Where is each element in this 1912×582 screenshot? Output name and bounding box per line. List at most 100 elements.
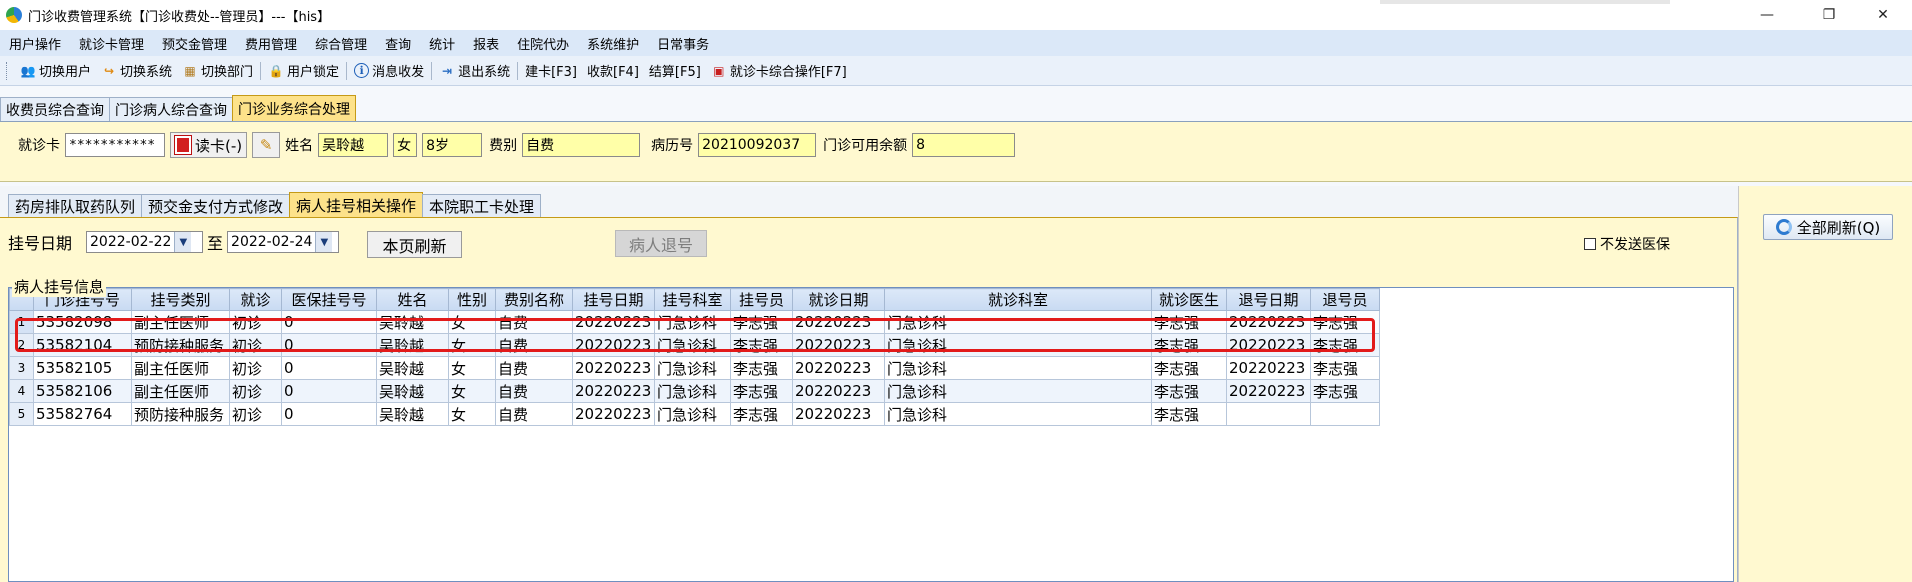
exit-system-button[interactable]: ⇥ 退出系统 xyxy=(434,61,515,81)
minimize-button[interactable]: — xyxy=(1744,0,1790,30)
table-cell[interactable] xyxy=(1310,402,1380,426)
table-cell[interactable]: 0 xyxy=(281,379,377,403)
table-cell[interactable]: 李志强 xyxy=(1151,379,1227,403)
table-cell[interactable]: 吴聆越 xyxy=(376,379,449,403)
tab-cashier-query[interactable]: 收费员综合查询 xyxy=(0,97,110,121)
menu-inpatient-agency[interactable]: 住院代办 xyxy=(508,34,578,53)
refresh-page-button[interactable]: 本页刷新 xyxy=(367,231,462,258)
switch-dept-button[interactable]: ▦ 切换部门 xyxy=(177,61,258,81)
column-header[interactable]: 医保挂号号 xyxy=(281,288,377,311)
table-cell[interactable]: 自费 xyxy=(495,379,573,403)
maximize-button[interactable]: ❐ xyxy=(1806,0,1852,30)
table-cell[interactable]: 李志强 xyxy=(1151,402,1227,426)
card-combined-button[interactable]: ▣ 就诊卡综合操作[F7] xyxy=(706,61,852,81)
row-number[interactable]: 5 xyxy=(9,402,34,426)
tab-deposit-payment[interactable]: 预交金支付方式修改 xyxy=(141,194,291,217)
menu-statistics[interactable]: 统计 xyxy=(420,34,464,53)
table-row[interactable]: 3 53582105 副主任医师 初诊 0 吴聆越女自费 20220223 门急诊科 李志强 20… xyxy=(9,356,1380,380)
column-header[interactable]: 姓名 xyxy=(376,288,449,311)
table-cell[interactable]: 李志强 xyxy=(1151,356,1227,380)
table-cell[interactable]: 门急诊科 xyxy=(884,356,1152,380)
table-cell[interactable]: 李志强 xyxy=(730,402,793,426)
switch-user-button[interactable]: 👥 切换用户 xyxy=(15,61,96,81)
tab-business-processing[interactable]: 门诊业务综合处理 xyxy=(232,95,356,121)
menu-card-mgmt[interactable]: 就诊卡管理 xyxy=(70,34,153,53)
unregister-button[interactable]: 病人退号 xyxy=(615,230,707,257)
menu-daily-tasks[interactable]: 日常事务 xyxy=(648,34,718,53)
table-cell[interactable]: 53582105 xyxy=(33,356,132,380)
column-header[interactable]: 挂号日期 xyxy=(572,288,655,311)
table-cell[interactable]: 预防接种服务 xyxy=(131,402,230,426)
tab-pharmacy-queue[interactable]: 药房排队取药队列 xyxy=(8,194,143,217)
table-cell[interactable]: 门急诊科 xyxy=(654,379,731,403)
table-cell[interactable]: 吴聆越 xyxy=(376,356,449,380)
menu-general-mgmt[interactable]: 综合管理 xyxy=(306,34,376,53)
lock-user-button[interactable]: 🔒 用户锁定 xyxy=(263,61,344,81)
table-cell[interactable]: 自费 xyxy=(495,402,573,426)
menu-deposit-mgmt[interactable]: 预交金管理 xyxy=(153,34,236,53)
no-insurance-checkbox[interactable]: 不发送医保 xyxy=(1584,234,1670,254)
table-cell[interactable]: 20220223 xyxy=(792,379,885,403)
table-cell[interactable]: 20220223 xyxy=(792,356,885,380)
message-button[interactable]: ℹ 消息收发 xyxy=(349,61,429,80)
table-cell[interactable] xyxy=(1226,402,1311,426)
checkbox-box[interactable] xyxy=(1584,238,1596,250)
end-date-picker[interactable]: 2022-02-24 ▼ xyxy=(227,231,340,253)
chevron-down-icon[interactable]: ▼ xyxy=(174,232,192,252)
table-cell[interactable]: 初诊 xyxy=(229,379,282,403)
table-row[interactable]: 4 53582106 副主任医师 初诊 0 吴聆越女自费 20220223 门急诊科 李志强 20… xyxy=(9,379,1380,403)
column-header[interactable]: 退号日期 xyxy=(1226,288,1311,311)
settle-button[interactable]: 结算[F5] xyxy=(644,61,706,80)
close-button[interactable]: ✕ xyxy=(1860,0,1906,30)
table-cell[interactable]: 20220223 xyxy=(1226,379,1311,403)
card-number-input[interactable]: *********** xyxy=(65,133,165,157)
column-header[interactable]: 挂号科室 xyxy=(654,288,731,311)
table-cell[interactable]: 副主任医师 xyxy=(131,379,230,403)
column-header[interactable]: 费别名称 xyxy=(495,288,573,311)
table-cell[interactable]: 李志强 xyxy=(1310,356,1380,380)
column-header[interactable]: 性别 xyxy=(448,288,496,311)
table-cell[interactable]: 门急诊科 xyxy=(884,402,1152,426)
column-header[interactable]: 挂号类别 xyxy=(131,288,230,311)
table-cell[interactable]: 20220223 xyxy=(572,356,655,380)
column-header[interactable]: 就诊科室 xyxy=(884,288,1152,311)
table-cell[interactable]: 初诊 xyxy=(229,402,282,426)
table-cell[interactable]: 女 xyxy=(448,402,496,426)
chevron-down-icon[interactable]: ▼ xyxy=(315,232,333,252)
menu-system-maint[interactable]: 系统维护 xyxy=(578,34,648,53)
tab-staff-card[interactable]: 本院职工卡处理 xyxy=(422,194,542,217)
column-header[interactable]: 就诊日期 xyxy=(792,288,885,311)
table-cell[interactable]: 20220223 xyxy=(572,379,655,403)
create-card-button[interactable]: 建卡[F3] xyxy=(520,61,582,80)
table-cell[interactable]: 53582764 xyxy=(33,402,132,426)
table-cell[interactable]: 李志强 xyxy=(1310,379,1380,403)
column-header[interactable]: 就诊医生 xyxy=(1151,288,1227,311)
table-cell[interactable]: 20220223 xyxy=(792,402,885,426)
table-cell[interactable]: 吴聆越 xyxy=(376,402,449,426)
column-header[interactable]: 退号员 xyxy=(1310,288,1380,311)
menu-fee-mgmt[interactable]: 费用管理 xyxy=(236,34,306,53)
tab-patient-query[interactable]: 门诊病人综合查询 xyxy=(109,97,233,121)
table-cell[interactable]: 20220223 xyxy=(572,402,655,426)
table-cell[interactable]: 李志强 xyxy=(730,379,793,403)
read-card-button[interactable]: 读卡(-) xyxy=(170,132,248,158)
table-cell[interactable]: 20220223 xyxy=(1226,356,1311,380)
refresh-all-button[interactable]: 全部刷新(Q) xyxy=(1763,214,1893,240)
table-cell[interactable]: 自费 xyxy=(495,356,573,380)
row-number[interactable]: 3 xyxy=(9,356,34,380)
table-cell[interactable]: 53582106 xyxy=(33,379,132,403)
table-cell[interactable]: 门急诊科 xyxy=(654,402,731,426)
menu-query[interactable]: 查询 xyxy=(376,34,420,53)
charge-button[interactable]: 收款[F4] xyxy=(582,61,644,80)
table-cell[interactable]: 女 xyxy=(448,379,496,403)
clear-button[interactable]: ✎ xyxy=(252,132,281,158)
toolbar-grip[interactable] xyxy=(6,61,9,80)
table-cell[interactable]: 女 xyxy=(448,356,496,380)
row-number[interactable]: 4 xyxy=(9,379,34,403)
switch-system-button[interactable]: ↪ 切换系统 xyxy=(96,61,177,81)
table-cell[interactable]: 门急诊科 xyxy=(884,379,1152,403)
column-header[interactable]: 就诊 xyxy=(229,288,282,311)
tab-registration-ops[interactable]: 病人挂号相关操作 xyxy=(289,192,424,217)
table-row[interactable]: 5 53582764 预防接种服务 初诊 0 吴聆越女自费 20220223 门急诊科 李志强 2… xyxy=(9,402,1380,426)
menu-reports[interactable]: 报表 xyxy=(464,34,508,53)
